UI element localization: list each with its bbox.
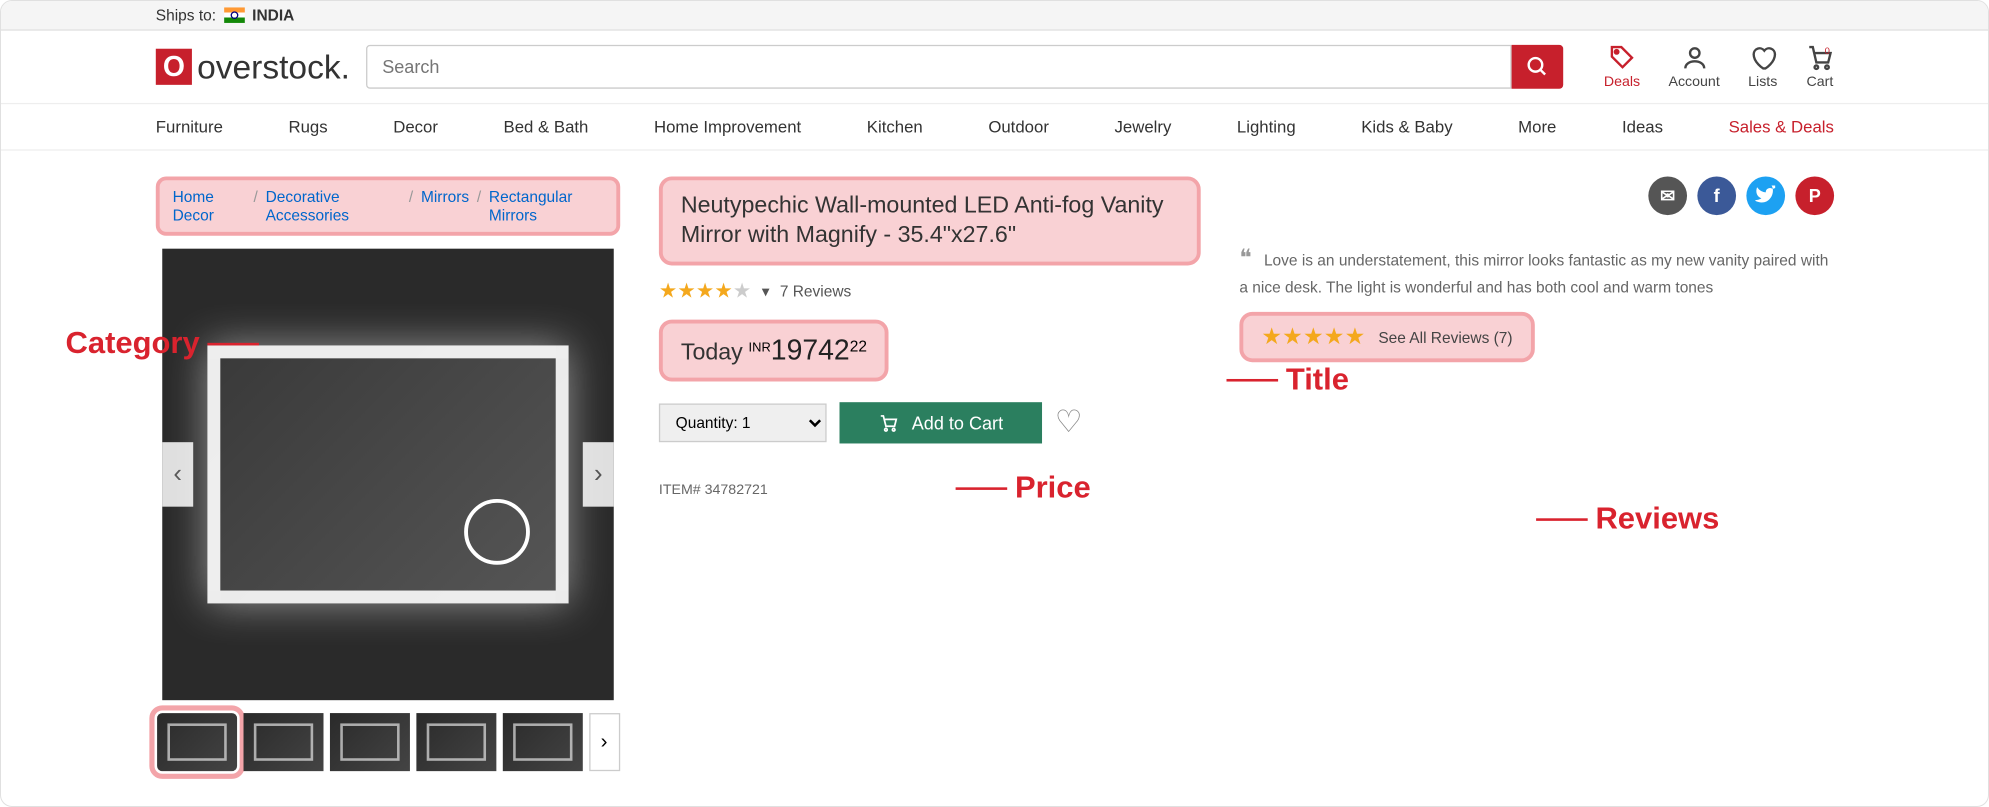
tag-icon [1608, 44, 1636, 72]
product-title-box: Neutypechic Wall-mounted LED Anti-fog Va… [659, 176, 1201, 265]
nav-decor[interactable]: Decor [393, 117, 438, 136]
thumbnail-5[interactable] [502, 713, 582, 771]
main-content: Home Decor/ Decorative Accessories/ Mirr… [1, 151, 1989, 807]
deals-link[interactable]: Deals [1604, 44, 1640, 90]
product-title: Neutypechic Wall-mounted LED Anti-fog Va… [681, 191, 1179, 251]
social-share-row: ✉ f P [1239, 176, 1834, 215]
svg-text:0: 0 [1825, 46, 1830, 57]
logo-icon: O [156, 49, 192, 85]
thumb-next-arrow[interactable]: › [589, 713, 620, 771]
dropdown-caret-icon: ▾ [762, 282, 770, 300]
account-link[interactable]: Account [1668, 44, 1719, 90]
next-image-arrow[interactable]: › [583, 442, 614, 507]
logo-text: overstock. [197, 47, 350, 87]
nav-furniture[interactable]: Furniture [156, 117, 223, 136]
thumbnail-4[interactable] [416, 713, 496, 771]
nav-bed-bath[interactable]: Bed & Bath [504, 117, 589, 136]
five-stars-icon: ★★★★★ [1261, 324, 1365, 351]
wishlist-heart-icon[interactable]: ♡ [1055, 404, 1083, 441]
quote-icon: ❝ [1239, 245, 1251, 271]
share-facebook-icon[interactable]: f [1697, 176, 1736, 215]
price-box: Today INR1974222 [659, 319, 889, 381]
india-flag-icon [224, 7, 245, 22]
cart-row: Quantity: 1 Add to Cart ♡ [659, 402, 1201, 443]
main-nav: Furniture Rugs Decor Bed & Bath Home Imp… [1, 103, 1989, 151]
crumb-rectangular[interactable]: Rectangular Mirrors [489, 188, 604, 224]
thumbnail-row: › [156, 713, 620, 771]
ships-to-label: Ships to: [156, 6, 216, 24]
nav-sales-deals[interactable]: Sales & Deals [1729, 117, 1834, 136]
search-button[interactable] [1511, 45, 1563, 89]
price-cents: 22 [850, 337, 867, 355]
nav-more[interactable]: More [1518, 117, 1556, 136]
main-product-image[interactable]: ‹ › [162, 249, 614, 701]
nav-lighting[interactable]: Lighting [1237, 117, 1296, 136]
logo[interactable]: O overstock. [156, 47, 350, 87]
see-all-reviews[interactable]: See All Reviews (7) [1378, 328, 1512, 346]
search-icon [1525, 55, 1548, 78]
product-info-column: Neutypechic Wall-mounted LED Anti-fog Va… [659, 176, 1201, 771]
rating-row[interactable]: ★★★★★ ▾ 7 Reviews [659, 278, 1201, 304]
thumbnail-3[interactable] [329, 713, 409, 771]
cart-icon: 0 [1806, 44, 1834, 72]
breadcrumb: Home Decor/ Decorative Accessories/ Mirr… [156, 176, 620, 235]
review-column: ✉ f P ❝ Love is an understatement, this … [1239, 176, 1834, 771]
stars-icon: ★★★★★ [659, 278, 752, 304]
quantity-select[interactable]: Quantity: 1 [659, 403, 827, 442]
nav-jewelry[interactable]: Jewelry [1114, 117, 1171, 136]
price-label: Today [681, 339, 743, 365]
lists-link[interactable]: Lists [1748, 44, 1777, 90]
ship-country[interactable]: INDIA [252, 6, 294, 24]
crumb-mirrors[interactable]: Mirrors [421, 188, 469, 224]
cart-link[interactable]: 0 Cart [1806, 44, 1834, 90]
share-pinterest-icon[interactable]: P [1795, 176, 1834, 215]
cart-plus-icon [878, 412, 899, 433]
crumb-home-decor[interactable]: Home Decor [173, 188, 246, 224]
nav-home-improvement[interactable]: Home Improvement [654, 117, 801, 136]
nav-ideas[interactable]: Ideas [1622, 117, 1663, 136]
image-column: Home Decor/ Decorative Accessories/ Mirr… [156, 176, 620, 771]
review-summary-box: ★★★★★ See All Reviews (7) [1239, 312, 1534, 362]
nav-kitchen[interactable]: Kitchen [867, 117, 923, 136]
add-to-cart-button[interactable]: Add to Cart [840, 402, 1042, 443]
review-count[interactable]: 7 Reviews [780, 282, 851, 300]
item-number: ITEM# 34782721 [659, 482, 1201, 497]
thumbnail-2[interactable] [243, 713, 323, 771]
currency: INR [749, 341, 771, 355]
nav-outdoor[interactable]: Outdoor [988, 117, 1049, 136]
ship-bar: Ships to: INDIA [1, 1, 1989, 31]
thumbnail-1[interactable] [156, 713, 236, 771]
search-input[interactable] [365, 45, 1511, 89]
header: O overstock. Deals Account Lists 0 Cart [1, 31, 1989, 103]
share-twitter-icon[interactable] [1746, 176, 1785, 215]
mirror-render [207, 345, 568, 603]
nav-kids-baby[interactable]: Kids & Baby [1361, 117, 1452, 136]
crumb-decorative[interactable]: Decorative Accessories [266, 188, 402, 224]
heart-icon [1749, 44, 1777, 72]
share-email-icon[interactable]: ✉ [1648, 176, 1687, 215]
prev-image-arrow[interactable]: ‹ [162, 442, 193, 507]
user-icon [1680, 44, 1708, 72]
featured-review: ❝ Love is an understatement, this mirror… [1239, 241, 1834, 299]
search-wrap [365, 45, 1562, 89]
review-text: Love is an understatement, this mirror l… [1239, 251, 1828, 296]
price-amount: 19742 [771, 334, 850, 366]
header-icons: Deals Account Lists 0 Cart [1604, 44, 1834, 90]
nav-rugs[interactable]: Rugs [288, 117, 327, 136]
